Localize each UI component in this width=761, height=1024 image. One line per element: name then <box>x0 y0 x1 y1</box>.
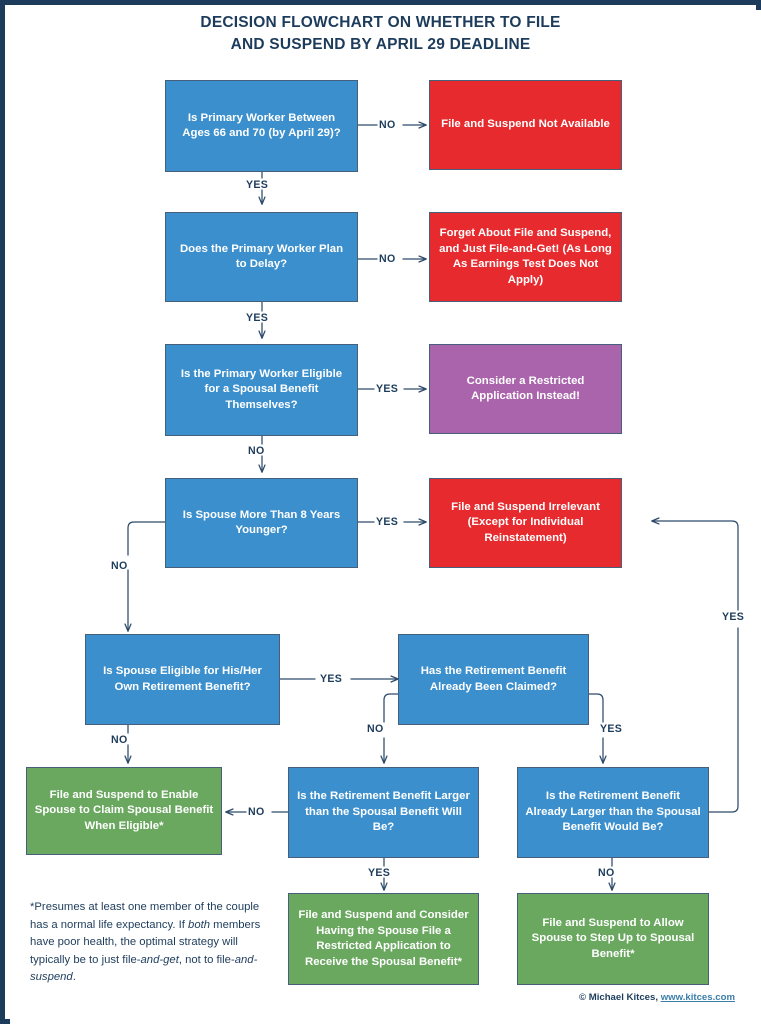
attribution-link[interactable]: www.kitces.com <box>661 992 735 1003</box>
edge-label-q8-yes: YES <box>722 611 745 623</box>
edge-label-q1-no: NO <box>379 119 396 131</box>
attribution: © Michael Kitces, www.kitces.com <box>579 992 735 1003</box>
page-title-line-2: AND SUSPEND BY APRIL 29 DEADLINE <box>230 36 531 53</box>
attribution-copyright: © Michael Kitces, <box>578 992 659 1003</box>
node-g2[interactable]: File and Suspend and Consider Having the… <box>288 893 479 985</box>
node-q6[interactable]: Has the Retirement Benefit Already Been … <box>398 634 589 725</box>
node-r3[interactable]: Consider a Restricted Application Instea… <box>429 344 622 434</box>
edge-label-q3-no: NO <box>248 445 265 457</box>
flowchart-stage: DECISION FLOWCHART ON WHETHER TO FILE AN… <box>0 0 761 1024</box>
edge-label-q7-yes: YES <box>368 867 391 879</box>
node-g1[interactable]: File and Suspend to Enable Spouse to Cla… <box>26 767 222 855</box>
node-q3[interactable]: Is the Primary Worker Eligible for a Spo… <box>165 344 358 436</box>
edge-label-q6-yes: YES <box>600 723 623 735</box>
footnote-em-both: both <box>188 918 211 931</box>
edge-label-q2-yes: YES <box>246 312 269 324</box>
node-r4[interactable]: File and Suspend Irrelevant (Except for … <box>429 478 622 568</box>
node-q7[interactable]: Is the Retirement Benefit Larger than th… <box>288 767 479 858</box>
node-q8[interactable]: Is the Retirement Benefit Already Larger… <box>517 767 709 858</box>
edge-label-q5-yes: YES <box>320 673 343 685</box>
footnote-part-3: , not to file- <box>178 953 235 966</box>
edge-label-q8-no: NO <box>598 867 615 879</box>
edge-label-q2-no: NO <box>379 253 396 265</box>
footnote-part-4: . <box>72 971 76 984</box>
edge-label-q5-no: NO <box>111 734 128 746</box>
edge-label-q7-no: NO <box>248 806 265 818</box>
edge-label-q1-yes: YES <box>246 179 269 191</box>
node-g3[interactable]: File and Suspend to Allow Spouse to Step… <box>517 893 709 985</box>
edge-label-q4-yes: YES <box>376 516 399 528</box>
edge-label-q3-yes: YES <box>376 383 399 395</box>
node-q1[interactable]: Is Primary Worker Between Ages 66 and 70… <box>165 80 358 172</box>
footnote: *Presumes at least one member of the cou… <box>30 899 275 987</box>
node-r2[interactable]: Forget About File and Suspend, and Just … <box>429 212 622 302</box>
footnote-em-and-get: and-get <box>140 953 179 966</box>
node-q4[interactable]: Is Spouse More Than 8 Years Younger? <box>165 478 358 568</box>
edge-label-q4-no: NO <box>111 560 128 572</box>
page-title: DECISION FLOWCHART ON WHETHER TO FILE AN… <box>0 12 761 56</box>
edge-label-q6-no: NO <box>367 723 384 735</box>
page-title-line-1: DECISION FLOWCHART ON WHETHER TO FILE <box>200 14 561 31</box>
node-q2[interactable]: Does the Primary Worker Plan to Delay? <box>165 212 358 302</box>
node-q5[interactable]: Is Spouse Eligible for His/Her Own Retir… <box>85 634 280 725</box>
node-r1[interactable]: File and Suspend Not Available <box>429 80 622 170</box>
